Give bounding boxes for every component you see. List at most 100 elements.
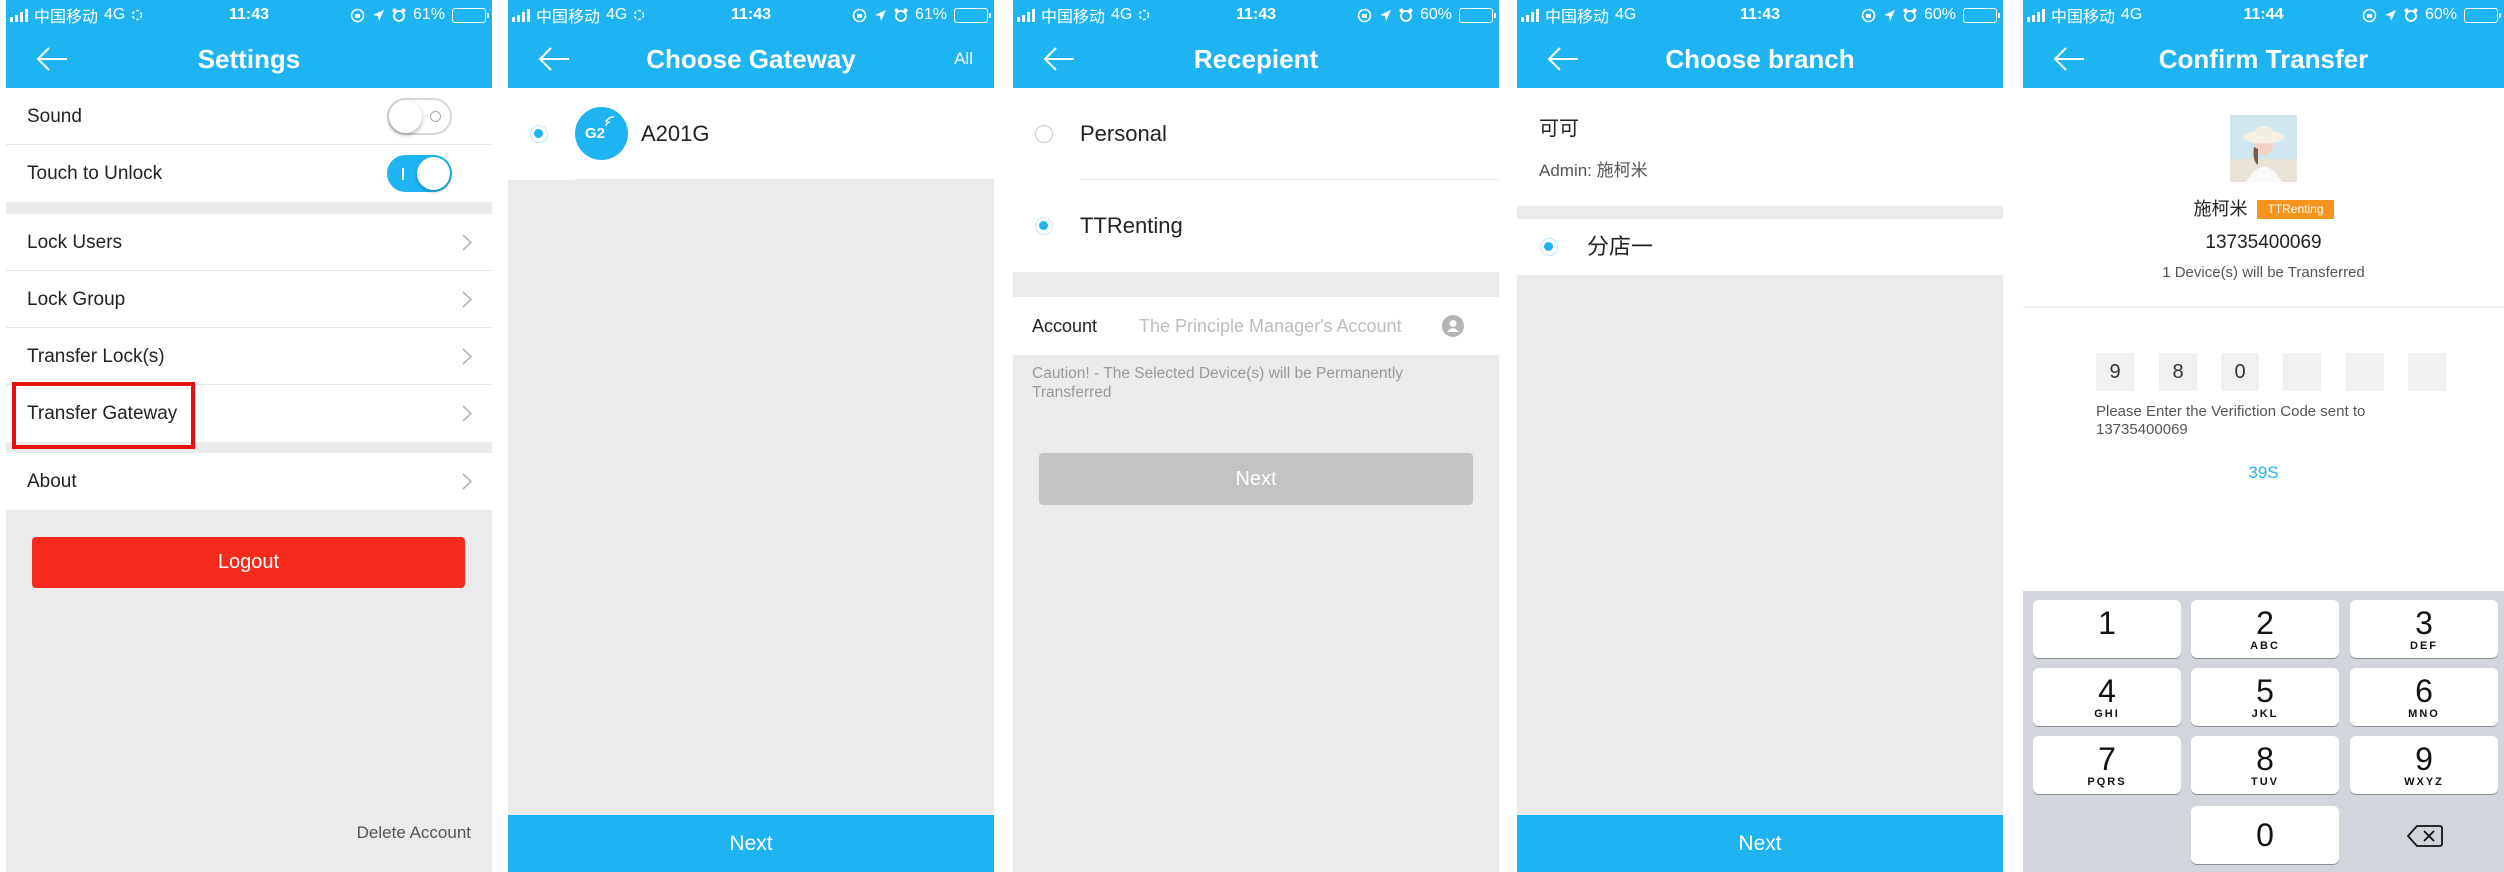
branch-radio[interactable]: [1540, 238, 1558, 256]
account-label: Account: [1032, 316, 1098, 336]
code-digit-box[interactable]: 8: [2159, 353, 2197, 391]
avatar: [2230, 115, 2297, 182]
rotation-lock-icon: [2362, 8, 2377, 22]
user-name: 施柯米: [2193, 199, 2248, 219]
battery-percent: 60%: [1419, 6, 1452, 23]
menu-item-transfer-locks[interactable]: Transfer Lock(s): [6, 328, 492, 385]
sound-row: Sound: [6, 88, 492, 145]
device-count-note: 1 Device(s) will be Transferred: [2162, 264, 2365, 281]
battery-icon: [1459, 7, 1496, 23]
account-row: Account: [1013, 297, 1499, 355]
divider: [2023, 306, 2504, 308]
alarm-icon: [894, 8, 908, 22]
battery-percent: 60%: [1923, 6, 1956, 23]
branch-name: 分店一: [1587, 234, 1654, 259]
location-icon: [874, 9, 886, 21]
next-button[interactable]: Next: [1517, 815, 2003, 872]
key-2[interactable]: 2 ABC: [2191, 600, 2339, 658]
rotation-lock-icon: [350, 8, 365, 22]
title-bar: Settings: [6, 30, 492, 88]
code-digit-box[interactable]: [2346, 353, 2384, 391]
touch-to-unlock-toggle[interactable]: [387, 155, 452, 192]
location-icon: [1883, 9, 1895, 21]
status-bar: 中国移动 4G 11:43 60%: [1517, 0, 2003, 30]
key-9[interactable]: 9 WXYZ: [2350, 736, 2498, 794]
menu-item-about[interactable]: About: [6, 453, 492, 510]
header: 中国移动 4G 11:44 60% Confirm Transfer: [2023, 0, 2504, 88]
menu-item-label: Lock Users: [27, 232, 123, 253]
verification-instruction: Please Enter the Verifiction Code sent t…: [2096, 403, 2366, 438]
code-digit-box[interactable]: [2283, 353, 2321, 391]
menu-item-lock-users[interactable]: Lock Users: [6, 214, 492, 271]
menu-item-label: About: [27, 471, 77, 492]
alarm-icon: [1903, 8, 1917, 22]
status-bar: 中国移动 4G 11:43 61%: [508, 0, 994, 30]
location-icon: [372, 9, 384, 21]
page-title: Choose branch: [1665, 44, 1855, 74]
backspace-icon[interactable]: [2407, 824, 2443, 848]
gateway-icon: G2: [575, 107, 628, 160]
key-6[interactable]: 6 MNO: [2350, 668, 2498, 726]
company-radio[interactable]: [1035, 217, 1053, 235]
chevron-right-icon: [462, 234, 472, 251]
location-icon: [2384, 9, 2396, 21]
recipient-option-company[interactable]: TTRenting: [1013, 180, 1499, 272]
battery-percent: 61%: [412, 6, 445, 23]
select-all-button[interactable]: All: [954, 48, 973, 70]
logout-button[interactable]: Logout: [32, 537, 465, 588]
gateway-radio[interactable]: [530, 125, 548, 143]
key-4[interactable]: 4 GHI: [2033, 668, 2181, 726]
branch-list-item[interactable]: 分店一: [1517, 219, 2003, 275]
confirm-transfer-screen: 中国移动 4G 11:44 60% Confirm Transfer 施柯米 T…: [2023, 0, 2504, 872]
contact-icon[interactable]: [1442, 315, 1464, 337]
status-bar: 中国移动 4G 11:43 61%: [6, 0, 492, 30]
code-digit-box[interactable]: 9: [2096, 353, 2134, 391]
settings-screen: 中国移动 4G 11:43 61% Settings Sound Touch t…: [6, 0, 492, 872]
touch-to-unlock-row: Touch to Unlock: [6, 145, 492, 202]
gateway-name: A201G: [641, 121, 710, 146]
key-8[interactable]: 8 TUV: [2191, 736, 2339, 794]
company-name: 可可: [1539, 118, 1579, 140]
chevron-right-icon: [462, 473, 472, 490]
key-0[interactable]: 0: [2191, 806, 2339, 864]
header: 中国移动 4G 11:43 60% Recepient: [1013, 0, 1499, 88]
chevron-right-icon: [462, 348, 472, 365]
gateway-list-item[interactable]: G2 A201G: [508, 88, 994, 180]
title-bar: Recepient: [1013, 30, 1499, 88]
battery-percent: 60%: [2424, 6, 2457, 23]
rotation-lock-icon: [1861, 8, 1876, 22]
choose-branch-screen: 中国移动 4G 11:43 60% Choose branch 可可 Admin…: [1517, 0, 2003, 872]
touch-to-unlock-label: Touch to Unlock: [27, 163, 163, 184]
next-button[interactable]: Next: [1039, 453, 1473, 505]
option-label: TTRenting: [1080, 213, 1183, 238]
next-button[interactable]: Next: [508, 815, 994, 872]
account-input[interactable]: [1139, 311, 1429, 341]
code-digit-box[interactable]: 0: [2221, 353, 2259, 391]
chevron-right-icon: [462, 291, 472, 308]
phone-number: 13735400069: [2205, 232, 2322, 253]
personal-radio[interactable]: [1035, 125, 1053, 143]
option-label: Personal: [1080, 121, 1167, 146]
recipient-option-personal[interactable]: Personal: [1013, 88, 1499, 180]
title-bar: Confirm Transfer: [2023, 30, 2504, 88]
company-admin: Admin: 施柯米: [1539, 161, 1648, 180]
battery-icon: [1963, 7, 2000, 23]
rotation-lock-icon: [1357, 8, 1372, 22]
key-7[interactable]: 7 PQRS: [2033, 736, 2181, 794]
key-5[interactable]: 5 JKL: [2191, 668, 2339, 726]
header: 中国移动 4G 11:43 61% Settings: [6, 0, 492, 88]
title-bar: Choose Gateway All: [508, 30, 994, 88]
key-3[interactable]: 3 DEF: [2350, 600, 2498, 658]
code-digit-box[interactable]: [2408, 353, 2446, 391]
alarm-icon: [2404, 8, 2418, 22]
delete-account-link[interactable]: Delete Account: [357, 822, 471, 844]
sound-label: Sound: [27, 106, 82, 127]
header: 中国移动 4G 11:43 61% Choose Gateway All: [508, 0, 994, 88]
menu-item-lock-group[interactable]: Lock Group: [6, 271, 492, 328]
header: 中国移动 4G 11:43 60% Choose branch: [1517, 0, 2003, 88]
key-1[interactable]: 1: [2033, 600, 2181, 658]
choose-gateway-screen: 中国移动 4G 11:43 61% Choose Gateway All G2: [508, 0, 994, 872]
sound-toggle[interactable]: [387, 98, 452, 135]
caution-text: Caution! - The Selected Device(s) will b…: [1032, 365, 1404, 401]
resend-countdown[interactable]: 39S: [2023, 462, 2504, 484]
